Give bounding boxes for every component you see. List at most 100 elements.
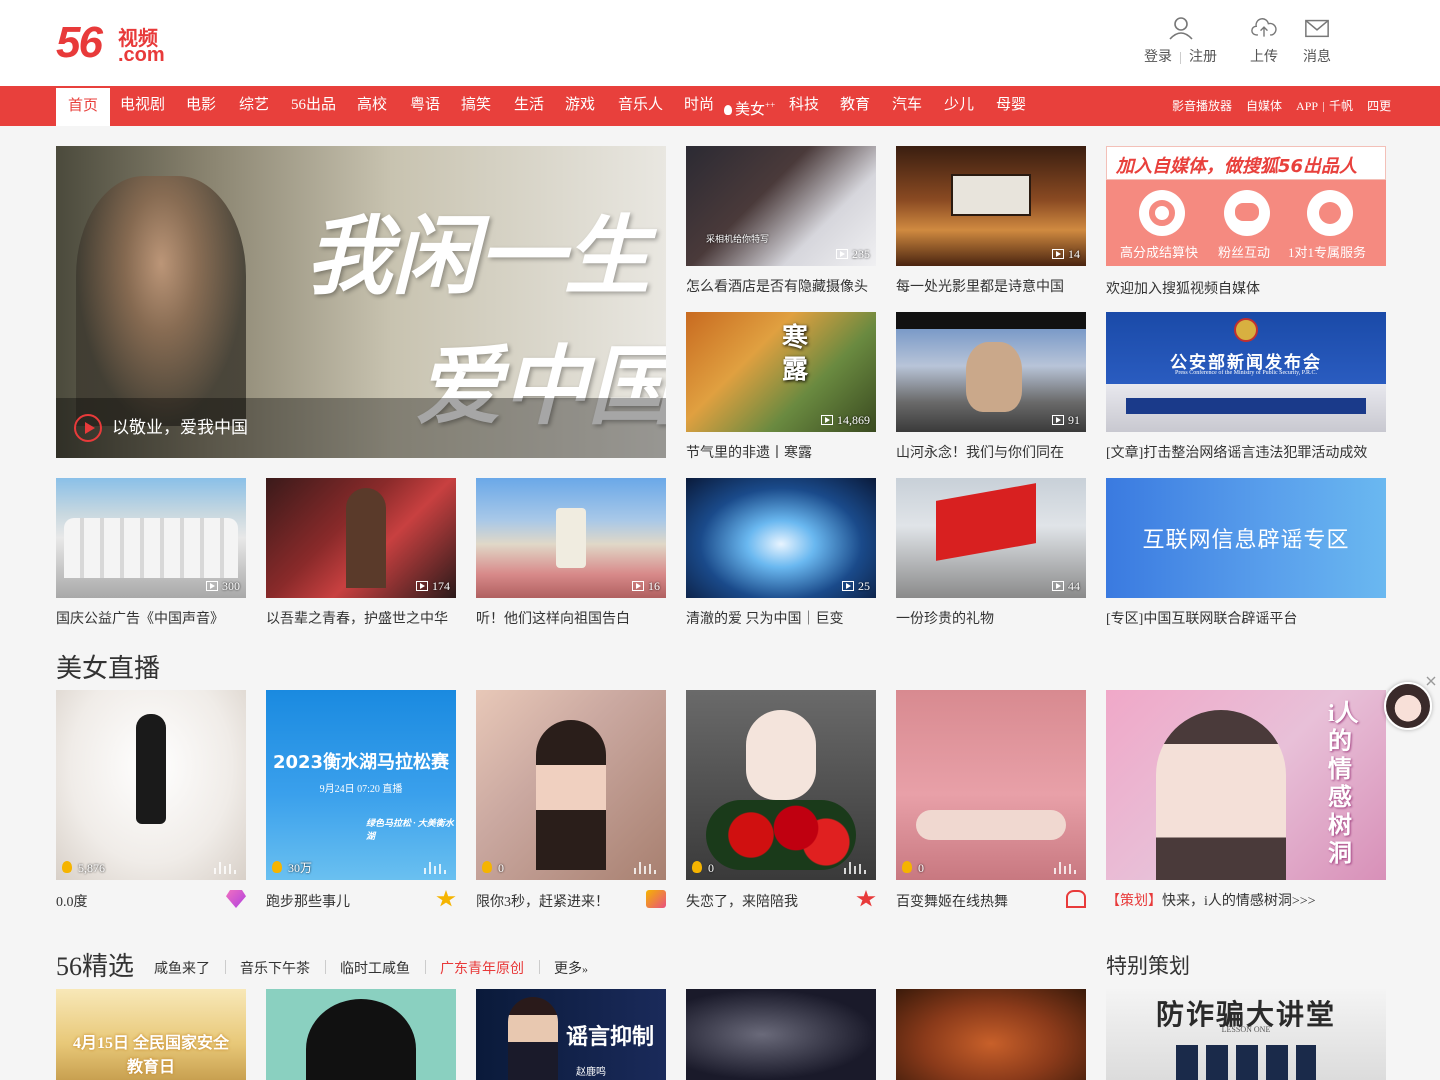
nav-games[interactable]: 游戏 bbox=[565, 86, 595, 126]
pick-thumb-security[interactable]: 4月15日 全民国家安全教育日 bbox=[56, 989, 246, 1080]
floating-avatar[interactable] bbox=[1384, 682, 1432, 730]
nav-56-original[interactable]: 56出品 bbox=[291, 86, 336, 126]
video-caption[interactable]: 每一处光影里都是诗意中国 bbox=[896, 276, 1086, 296]
picks-tab[interactable]: 临时工咸鱼 bbox=[340, 958, 410, 978]
promo-caption[interactable]: 欢迎加入搜狐视频自媒体 bbox=[1106, 278, 1386, 298]
nav-campus[interactable]: 高校 bbox=[357, 86, 387, 126]
video-caption[interactable]: 怎么看酒店是否有隐藏摄像头 bbox=[686, 276, 876, 296]
plan-banner[interactable]: i人的情感树洞 bbox=[1106, 690, 1386, 880]
video-thumb-lights[interactable]: 14 bbox=[896, 146, 1086, 266]
register-link[interactable]: 注册 bbox=[1189, 50, 1217, 65]
nav-kids[interactable]: 少儿 bbox=[944, 86, 974, 126]
video-caption[interactable]: 清澈的爱 只为中国｜巨变 bbox=[686, 608, 876, 628]
nav-player-link[interactable]: 影音播放器 bbox=[1172, 99, 1232, 113]
live-thumb[interactable]: 0 bbox=[476, 690, 666, 880]
nav-cantonese[interactable]: 粤语 bbox=[410, 86, 440, 126]
picks-tab[interactable]: 音乐下午茶 bbox=[240, 958, 310, 978]
nav-education[interactable]: 教育 bbox=[840, 86, 870, 126]
live-caption[interactable]: 失恋了，来陪陪我 bbox=[686, 891, 846, 911]
nav-variety[interactable]: 综艺 bbox=[239, 86, 269, 126]
pick-thumb-cartoon[interactable] bbox=[266, 989, 456, 1080]
nav-media-link[interactable]: 自媒体 bbox=[1246, 99, 1282, 113]
login-link[interactable]: 登录 bbox=[1144, 50, 1172, 65]
promo-feature-1: 高分成结算快 bbox=[1120, 245, 1199, 260]
live-caption[interactable]: 限你3秒，赶紧进来！ bbox=[476, 891, 636, 911]
video-thumb-campus[interactable]: 16 bbox=[476, 478, 666, 598]
live-thumb[interactable]: 0 bbox=[896, 690, 1086, 880]
hero-figure bbox=[76, 176, 246, 426]
video-thumb-hanlu[interactable]: 寒露 14,869 bbox=[686, 312, 876, 432]
live-thumb-marathon[interactable]: 2023衡水湖马拉松赛 9月24日 07:20 直播 绿色马拉松 · 大美衡水湖… bbox=[266, 690, 456, 880]
play-icon bbox=[842, 581, 854, 591]
upload-button[interactable]: 上传 bbox=[1250, 16, 1278, 66]
site-logo[interactable]: 56 视频 .com bbox=[56, 18, 176, 67]
video-thumb-datacenter[interactable]: 25 bbox=[686, 478, 876, 598]
police-caption[interactable]: [文章]打击整治网络谣言违法犯罪活动成效 bbox=[1106, 442, 1386, 462]
nav-home[interactable]: 首页 bbox=[56, 88, 111, 126]
pick-thumb-anatomy[interactable] bbox=[686, 989, 876, 1080]
video-caption[interactable]: 一份珍贵的礼物 bbox=[896, 608, 1086, 628]
video-caption[interactable]: 听！他们这样向祖国告白 bbox=[476, 608, 666, 628]
rumor-caption[interactable]: [专区]中国互联网联合辟谣平台 bbox=[1106, 608, 1386, 628]
video-caption[interactable]: 山河永念！我们与你们同在 bbox=[896, 442, 1086, 462]
video-thumb-nurses[interactable]: 300 bbox=[56, 478, 246, 598]
live-caption[interactable]: 0.0度 bbox=[56, 891, 216, 911]
marathon-slogan: 绿色马拉松 · 大美衡水湖 bbox=[366, 818, 454, 841]
view-count: 44 bbox=[1052, 579, 1080, 594]
nav-tech[interactable]: 科技 bbox=[789, 86, 819, 126]
promo-media-banner[interactable]: 加入自媒体，做搜狐56出品人 高分成结算快 粉丝互动 1对1专属服务 bbox=[1106, 146, 1386, 266]
picks-more-link[interactable]: 更多» bbox=[554, 958, 588, 978]
special-banner-anti-fraud[interactable]: 防诈骗大讲堂 LESSON ONE bbox=[1106, 989, 1386, 1080]
live-thumb[interactable]: 5,876 bbox=[56, 690, 246, 880]
video-caption[interactable]: 国庆公益广告《中国声音》 bbox=[56, 608, 246, 628]
play-icon bbox=[821, 415, 833, 425]
nav-movie[interactable]: 电影 bbox=[186, 86, 216, 126]
play-icon bbox=[1052, 581, 1064, 591]
audio-bars-icon bbox=[212, 862, 240, 874]
marathon-time: 9月24日 07:20 直播 bbox=[319, 784, 403, 795]
nav-qianfan-link[interactable]: 千帆 bbox=[1329, 99, 1353, 113]
video-thumb-flag[interactable]: 44 bbox=[896, 478, 1086, 598]
picks-tab-active[interactable]: 广东青年原创 bbox=[440, 958, 524, 978]
live-caption[interactable]: 跑步那些事儿 bbox=[266, 891, 426, 911]
nav-sigeng-link[interactable]: 四更 bbox=[1367, 99, 1391, 113]
nav-beauty[interactable]: 美女++ bbox=[724, 86, 775, 126]
live-caption[interactable]: 百变舞姬在线热舞 bbox=[896, 891, 1056, 911]
flame-icon bbox=[62, 861, 72, 873]
nav-tv[interactable]: 电视剧 bbox=[120, 86, 165, 126]
heat-count: 0 bbox=[692, 861, 714, 876]
hero-banner[interactable]: 我闲一生 爱中国 以敬业，爱我中国 bbox=[56, 146, 666, 458]
nav-life[interactable]: 生活 bbox=[514, 86, 544, 126]
view-count: 14,869 bbox=[821, 413, 870, 428]
nav-funny[interactable]: 搞笑 bbox=[461, 86, 491, 126]
flame-icon bbox=[724, 105, 732, 115]
close-icon[interactable] bbox=[1425, 675, 1437, 687]
plan-caption[interactable]: 【策划】快来，i人的情感树洞>>> bbox=[1106, 890, 1386, 910]
pick-thumb-food[interactable] bbox=[896, 989, 1086, 1080]
video-thumb-soldier[interactable]: 91 bbox=[896, 312, 1086, 432]
video-caption[interactable]: 节气里的非遗丨寒露 bbox=[686, 442, 876, 462]
nav-fashion[interactable]: 时尚 bbox=[684, 86, 714, 126]
rumor-zone-banner[interactable]: 互联网信息辟谣专区 bbox=[1106, 478, 1386, 598]
play-icon[interactable] bbox=[74, 414, 102, 442]
live-thumb[interactable]: 0 bbox=[686, 690, 876, 880]
nav-mother-baby[interactable]: 母婴 bbox=[996, 86, 1026, 126]
video-caption[interactable]: 以吾辈之青春，护盛世之中华 bbox=[266, 608, 456, 628]
cloud-upload-icon bbox=[1251, 18, 1277, 37]
thumb-roses bbox=[706, 800, 856, 870]
nav-musician[interactable]: 音乐人 bbox=[618, 86, 663, 126]
police-press-banner[interactable]: 公安部新闻发布会 Press Conference of the Ministr… bbox=[1106, 312, 1386, 432]
thumb-figure bbox=[136, 714, 166, 824]
pick-thumb-rumor[interactable]: 谣言抑制 赵鹿鸣 bbox=[476, 989, 666, 1080]
rumor-banner-title: 互联网信息辟谣专区 bbox=[1142, 528, 1350, 553]
audio-bars-icon bbox=[842, 862, 870, 874]
thumb-figure bbox=[916, 810, 1066, 840]
nav-app-link[interactable]: APP bbox=[1296, 99, 1318, 113]
video-thumb-hotel[interactable]: 采相机给你特写 235 bbox=[686, 146, 876, 266]
nav-auto[interactable]: 汽车 bbox=[892, 86, 922, 126]
nav-beauty-label: 美女 bbox=[735, 102, 766, 118]
messages-button[interactable]: 消息 bbox=[1303, 16, 1331, 66]
diamond-badge-icon bbox=[226, 890, 246, 908]
video-thumb-firefighter[interactable]: 174 bbox=[266, 478, 456, 598]
picks-tab[interactable]: 咸鱼来了 bbox=[154, 958, 210, 978]
